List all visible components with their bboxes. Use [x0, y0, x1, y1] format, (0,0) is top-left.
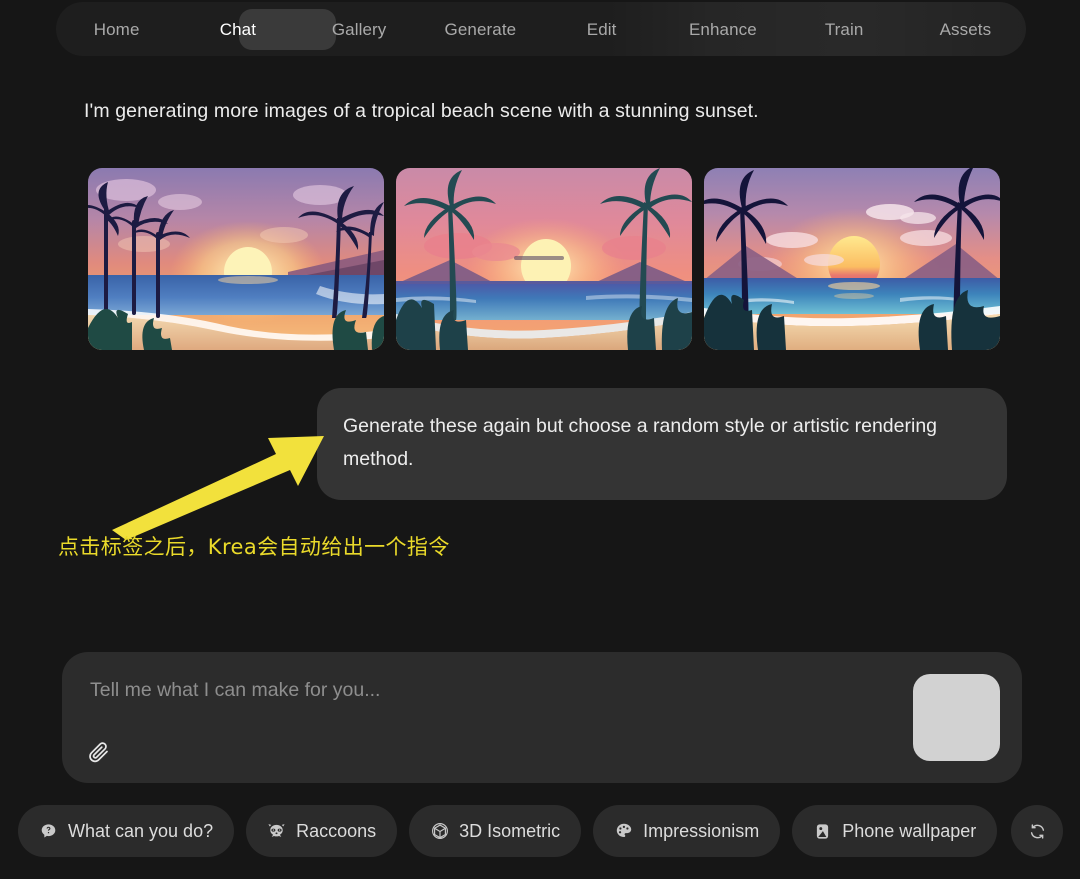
- chip-impressionism[interactable]: Impressionism: [593, 805, 781, 857]
- refresh-icon: [1028, 822, 1047, 841]
- tab-gallery[interactable]: Gallery: [299, 21, 420, 38]
- annotation-arrow-icon: [112, 436, 324, 540]
- user-message-bubble: Generate these again but choose a random…: [317, 388, 1007, 500]
- paperclip-icon[interactable]: [82, 735, 116, 769]
- chip-phone-wallpaper[interactable]: Phone wallpaper: [792, 805, 998, 857]
- tab-edit[interactable]: Edit: [541, 21, 662, 38]
- question-bubble-icon: [39, 822, 58, 841]
- chip-what-can-you-do[interactable]: What can you do?: [18, 805, 235, 857]
- annotation-text: 点击标签之后，Krea会自动给出一个指令: [58, 535, 450, 559]
- assistant-message: I'm generating more images of a tropical…: [84, 100, 759, 122]
- generated-image-2[interactable]: [396, 168, 692, 350]
- tab-chat[interactable]: Chat: [177, 21, 298, 38]
- palette-icon: [614, 822, 633, 841]
- raccoon-icon: [267, 822, 286, 841]
- top-navigation: Home Chat Gallery Generate Edit Enhance …: [56, 2, 1026, 56]
- chip-label: Raccoons: [296, 820, 377, 841]
- chip-label: Impressionism: [643, 820, 760, 841]
- phone-icon: [813, 822, 832, 841]
- generated-image-row: [88, 168, 1000, 350]
- tab-assets[interactable]: Assets: [905, 21, 1026, 38]
- chip-label: What can you do?: [68, 820, 214, 841]
- tab-generate[interactable]: Generate: [420, 21, 541, 38]
- suggestion-chip-row: What can you do? Raccoons 3D Isometric I…: [18, 805, 1064, 857]
- chip-label: 3D Isometric: [459, 820, 561, 841]
- tab-home[interactable]: Home: [56, 21, 177, 38]
- refresh-suggestions-button[interactable]: [1011, 805, 1064, 857]
- tab-train[interactable]: Train: [784, 21, 905, 38]
- generated-image-1[interactable]: [88, 168, 384, 350]
- chip-raccoons[interactable]: Raccoons: [246, 805, 398, 857]
- cube-icon: [430, 822, 449, 841]
- message-composer[interactable]: Tell me what I can make for you...: [62, 652, 1022, 783]
- tab-bar: Home Chat Gallery Generate Edit Enhance …: [56, 2, 1026, 56]
- chip-3d-isometric[interactable]: 3D Isometric: [409, 805, 582, 857]
- app-root: Home Chat Gallery Generate Edit Enhance …: [0, 0, 1080, 879]
- send-button[interactable]: [913, 674, 1000, 761]
- tab-enhance[interactable]: Enhance: [662, 21, 783, 38]
- chip-label: Phone wallpaper: [842, 820, 977, 841]
- composer-input[interactable]: Tell me what I can make for you...: [90, 679, 380, 702]
- generated-image-3[interactable]: [704, 168, 1000, 350]
